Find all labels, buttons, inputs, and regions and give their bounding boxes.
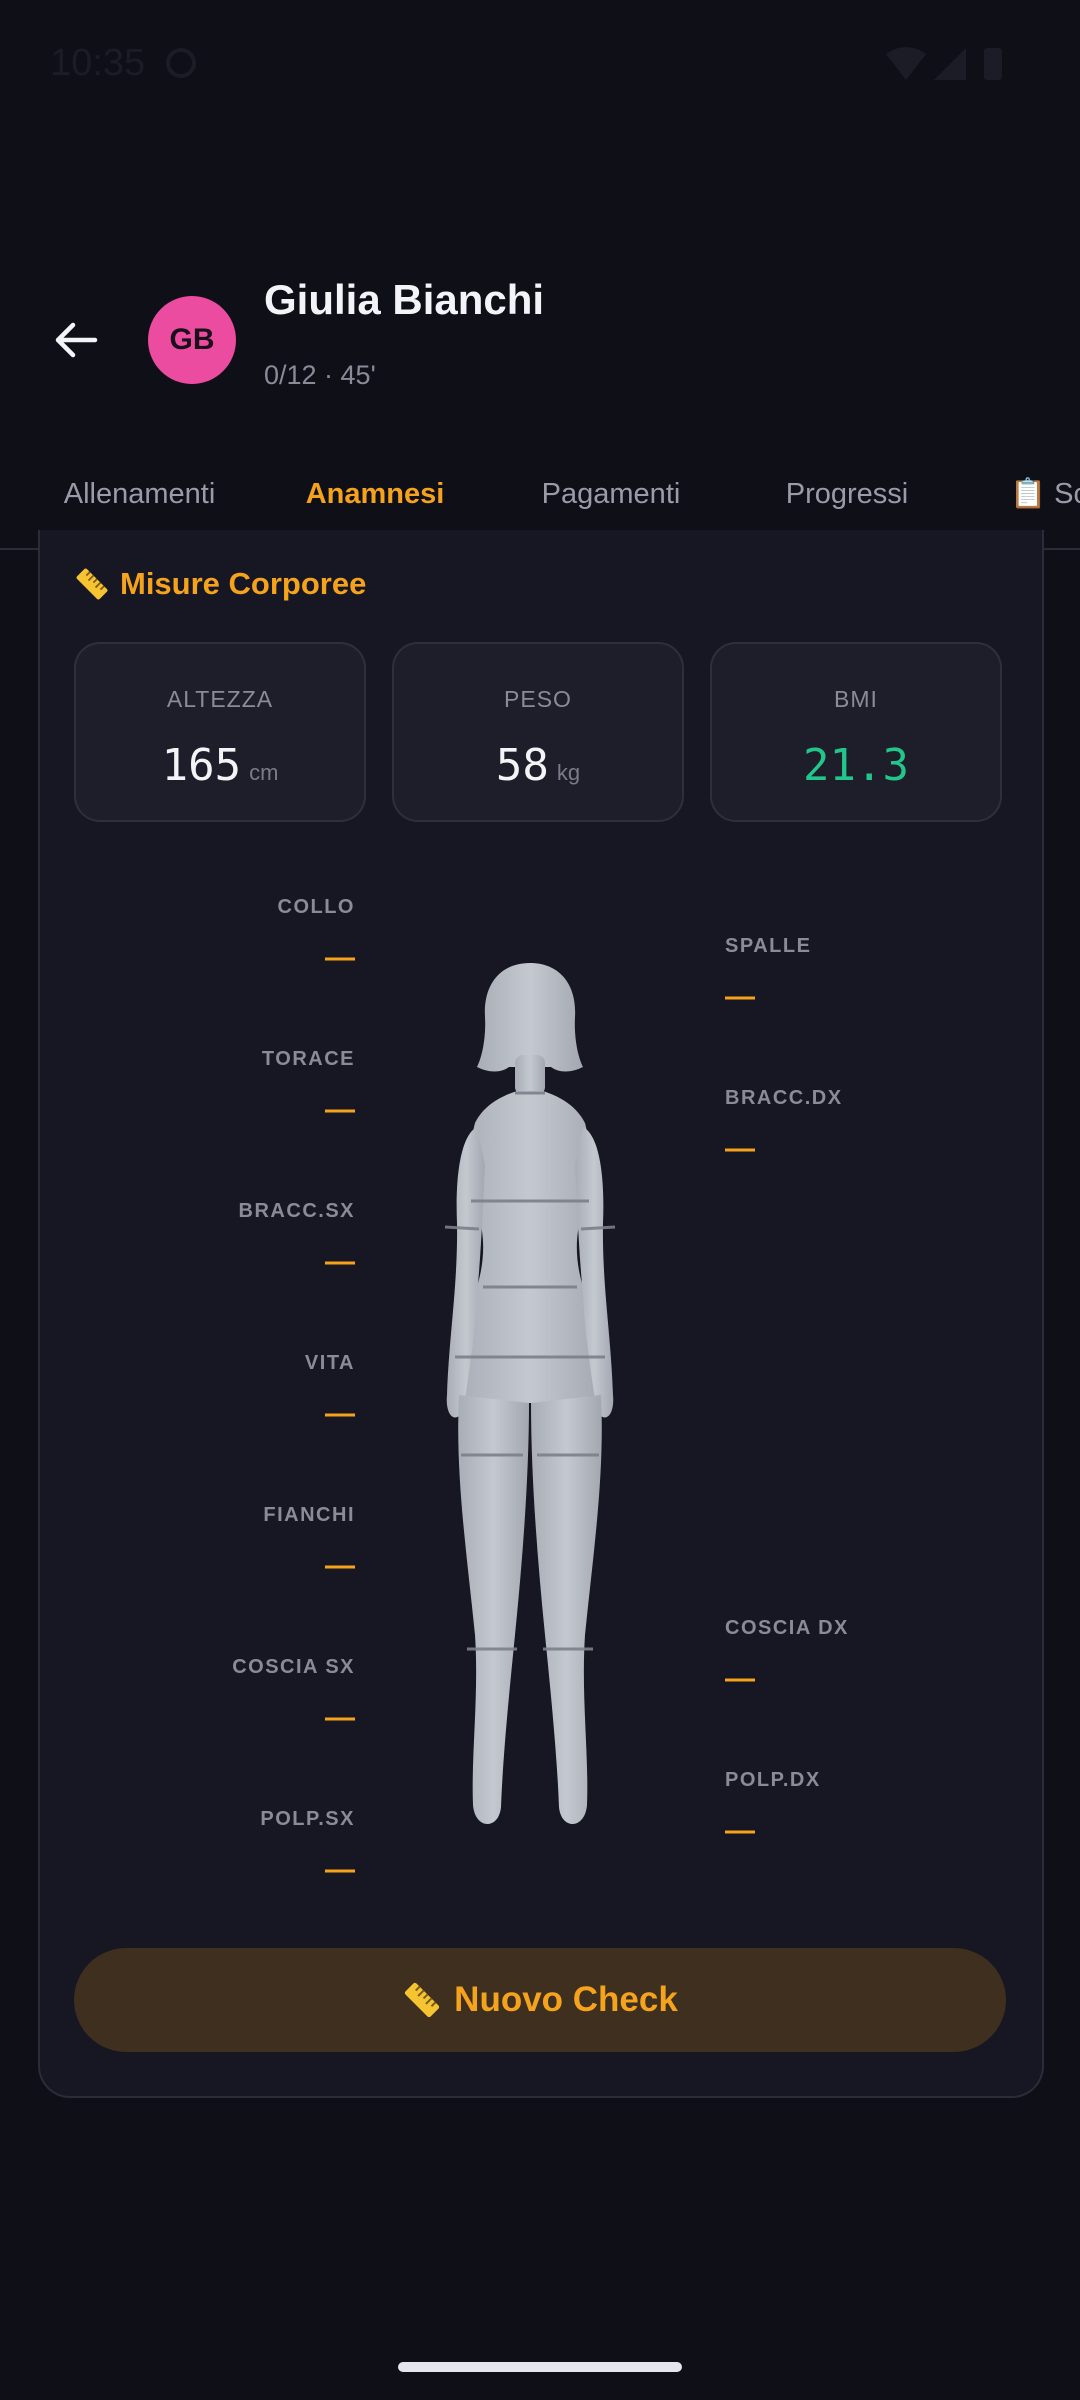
stat-height-unit: cm <box>249 760 279 785</box>
section-title: Misure Corporee <box>74 566 366 602</box>
section-title-text: Misure Corporee <box>120 566 367 601</box>
measure-value: — <box>725 1814 755 1847</box>
measure-value: — <box>325 1093 355 1126</box>
measure-label: COLLO <box>277 896 355 918</box>
client-name: Giulia Bianchi <box>264 276 545 323</box>
new-check-label: Nuovo Check <box>454 1980 678 2019</box>
measure-value: — <box>325 1853 355 1886</box>
stat-height-value: 165 <box>161 740 242 791</box>
measure-value: — <box>325 1397 355 1430</box>
measure-polp-sx[interactable]: POLP.SX — <box>260 1808 355 1887</box>
measure-label: POLP.SX <box>260 1808 355 1830</box>
stat-weight-unit: kg <box>556 760 581 785</box>
client-subtitle: 0/12 · 45' <box>264 360 376 390</box>
measure-torace[interactable]: TORACE — <box>262 1048 355 1127</box>
stat-bmi-value: 21.3 <box>803 740 909 791</box>
measure-label: COSCIA SX <box>232 1656 355 1678</box>
measure-coscia-sx[interactable]: COSCIA SX — <box>232 1656 355 1735</box>
measure-value: — <box>325 1701 355 1734</box>
ruler-icon <box>405 1982 440 2018</box>
signal-wifi-battery-icons <box>886 47 1002 80</box>
status-time: 10:35 <box>50 42 146 84</box>
measure-label: BRACC.SX <box>238 1200 355 1222</box>
arrow-left-icon <box>55 322 98 358</box>
stat-weight-value: 58 <box>495 740 549 791</box>
stat-height: ALTEZZA 165 cm <box>74 642 366 822</box>
measure-label: TORACE <box>261 1048 355 1070</box>
body-silhouette <box>444 963 616 1825</box>
measure-vita[interactable]: VITA — <box>305 1352 355 1431</box>
measure-coscia-dx[interactable]: COSCIA DX — <box>725 1617 849 1696</box>
measure-value: — <box>325 1245 355 1278</box>
measure-value: — <box>725 1662 755 1695</box>
measure-fianchi[interactable]: FIANCHI — <box>263 1504 355 1583</box>
measure-value: — <box>325 1549 355 1582</box>
measure-value: — <box>725 1132 755 1165</box>
measure-label: SPALLE <box>725 935 812 957</box>
measure-collo[interactable]: COLLO — <box>278 896 356 975</box>
measure-label: POLP.DX <box>725 1769 821 1791</box>
measure-value: — <box>325 941 355 974</box>
measure-spalle[interactable]: SPALLE — <box>725 935 811 1014</box>
stat-bmi-label: BMI <box>834 686 878 712</box>
measure-label: VITA <box>304 1352 355 1374</box>
new-check-button[interactable]: Nuovo Check <box>74 1948 1006 2052</box>
sync-icon <box>166 48 196 78</box>
ruler-icon <box>76 568 108 600</box>
stat-weight: PESO 58 kg <box>392 642 684 822</box>
home-indicator[interactable] <box>398 2362 682 2372</box>
back-button[interactable] <box>40 300 110 380</box>
stat-height-label: ALTEZZA <box>166 686 274 712</box>
measure-bracc-sx[interactable]: BRACC.SX — <box>239 1200 355 1279</box>
stat-height-value-row: 165 cm <box>76 740 364 791</box>
measure-label: FIANCHI <box>263 1504 355 1526</box>
measure-polp-dx[interactable]: POLP.DX — <box>725 1769 821 1848</box>
stat-bmi: BMI 21.3 <box>710 642 1002 822</box>
measure-value: — <box>725 980 755 1013</box>
status-bar: 10:35 <box>0 0 1080 130</box>
measure-label: COSCIA DX <box>725 1617 849 1639</box>
avatar: GB <box>148 296 236 384</box>
stat-weight-label: PESO <box>504 686 572 712</box>
measure-label: BRACC.DX <box>725 1087 843 1109</box>
stat-weight-value-row: 58 kg <box>394 740 682 791</box>
measure-bracc-dx[interactable]: BRACC.DX — <box>725 1087 843 1166</box>
